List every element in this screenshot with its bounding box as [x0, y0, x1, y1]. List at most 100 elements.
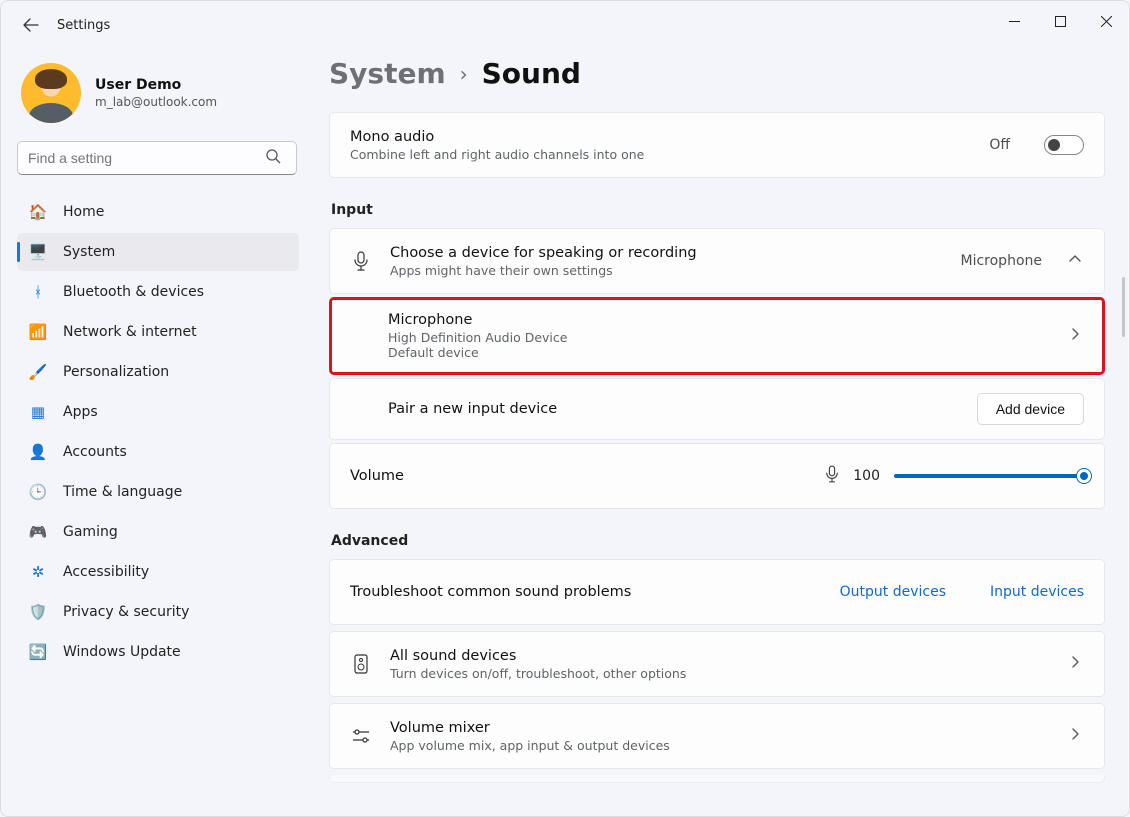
breadcrumb-current: Sound — [482, 57, 581, 90]
chevron-right-icon — [1066, 327, 1084, 345]
mono-state-label: Off — [989, 137, 1010, 153]
nav-accounts[interactable]: 👤 Accounts — [17, 433, 299, 471]
microphone-line1: High Definition Audio Device — [388, 330, 1048, 345]
avatar — [21, 63, 81, 123]
nav-label: Privacy & security — [63, 604, 189, 620]
window-title: Settings — [57, 18, 110, 33]
volume-slider[interactable] — [894, 474, 1084, 478]
nav-network[interactable]: 📶 Network & internet — [17, 313, 299, 351]
nav-label: Bluetooth & devices — [63, 284, 204, 300]
nav-label: Home — [63, 204, 104, 220]
search-input[interactable] — [17, 141, 297, 175]
breadcrumb: System › Sound — [329, 57, 1105, 90]
advanced-header: Advanced — [331, 533, 1105, 549]
mixer-sub: App volume mix, app input & output devic… — [390, 738, 1048, 753]
all-sound-devices-card[interactable]: All sound devices Turn devices on/off, t… — [329, 631, 1105, 697]
nav-personalization[interactable]: 🖌️ Personalization — [17, 353, 299, 391]
search-icon — [266, 149, 281, 168]
home-icon: 🏠 — [29, 203, 47, 221]
volume-title: Volume — [350, 468, 807, 484]
sidebar: User Demo m_lab@outlook.com 🏠 Home 🖥️ Syst… — [1, 49, 311, 816]
close-icon — [1101, 16, 1112, 27]
troubleshoot-title: Troubleshoot common sound problems — [350, 584, 796, 600]
nav-bluetooth[interactable]: ᚼ Bluetooth & devices — [17, 273, 299, 311]
microphone-icon[interactable] — [825, 465, 839, 487]
nav-gaming[interactable]: 🎮 Gaming — [17, 513, 299, 551]
nav-time[interactable]: 🕒 Time & language — [17, 473, 299, 511]
nav-label: System — [63, 244, 115, 260]
microphone-line2: Default device — [388, 345, 1048, 360]
window-controls — [991, 1, 1129, 41]
back-button[interactable] — [13, 7, 49, 43]
chevron-right-icon: › — [460, 62, 468, 86]
nav-accessibility[interactable]: ✲ Accessibility — [17, 553, 299, 591]
nav-label: Accessibility — [63, 564, 149, 580]
input-volume-card: Volume 100 — [329, 443, 1105, 509]
partial-card — [329, 775, 1105, 783]
nav-privacy[interactable]: 🛡️ Privacy & security — [17, 593, 299, 631]
minimize-icon — [1009, 16, 1020, 27]
profile-email: m_lab@outlook.com — [95, 95, 217, 109]
pair-device-card: Pair a new input device Add device — [329, 378, 1105, 440]
mono-audio-card[interactable]: Mono audio Combine left and right audio … — [329, 112, 1105, 178]
nav-system[interactable]: 🖥️ System — [17, 233, 299, 271]
arrow-left-icon — [23, 17, 39, 33]
slider-thumb[interactable] — [1077, 469, 1091, 483]
choose-value: Microphone — [961, 253, 1043, 269]
nav-label: Personalization — [63, 364, 169, 380]
nav-label: Gaming — [63, 524, 118, 540]
mono-title: Mono audio — [350, 129, 971, 145]
system-icon: 🖥️ — [29, 243, 47, 261]
all-devices-title: All sound devices — [390, 648, 1048, 664]
nav-label: Network & internet — [63, 324, 197, 340]
chevron-right-icon — [1066, 655, 1084, 673]
mono-sub: Combine left and right audio channels in… — [350, 147, 971, 162]
titlebar: Settings — [1, 1, 1129, 49]
mixer-title: Volume mixer — [390, 720, 1048, 736]
choose-title: Choose a device for speaking or recordin… — [390, 245, 943, 261]
choose-input-card[interactable]: Choose a device for speaking or recordin… — [329, 228, 1105, 294]
gaming-icon: 🎮 — [29, 523, 47, 541]
troubleshoot-card: Troubleshoot common sound problems Outpu… — [329, 559, 1105, 625]
breadcrumb-parent[interactable]: System — [329, 57, 446, 90]
personalization-icon: 🖌️ — [29, 363, 47, 381]
accessibility-icon: ✲ — [29, 563, 47, 581]
time-icon: 🕒 — [29, 483, 47, 501]
output-devices-link[interactable]: Output devices — [840, 584, 946, 600]
chevron-right-icon — [1066, 727, 1084, 745]
content: System › Sound Mono audio Combine left a… — [311, 49, 1129, 816]
nav-label: Windows Update — [63, 644, 181, 660]
add-device-button[interactable]: Add device — [977, 393, 1084, 425]
profile-name: User Demo — [95, 77, 217, 93]
apps-icon: ▦ — [29, 403, 47, 421]
nav: 🏠 Home 🖥️ System ᚼ Bluetooth & devices 📶 Net… — [17, 193, 299, 671]
all-devices-sub: Turn devices on/off, troubleshoot, other… — [390, 666, 1048, 681]
mixer-icon — [350, 728, 372, 744]
volume-value: 100 — [853, 468, 880, 484]
close-button[interactable] — [1083, 1, 1129, 41]
profile[interactable]: User Demo m_lab@outlook.com — [17, 57, 299, 141]
mono-toggle[interactable] — [1044, 135, 1084, 155]
privacy-icon: 🛡️ — [29, 603, 47, 621]
input-header: Input — [331, 202, 1105, 218]
nav-label: Time & language — [63, 484, 182, 500]
nav-apps[interactable]: ▦Apps — [17, 393, 299, 431]
speaker-icon — [350, 654, 372, 674]
network-icon: 📶 — [29, 323, 47, 341]
nav-home[interactable]: 🏠 Home — [17, 193, 299, 231]
chevron-up-icon — [1066, 252, 1084, 270]
scrollbar[interactable] — [1122, 277, 1125, 337]
nav-label: Accounts — [63, 444, 127, 460]
minimize-button[interactable] — [991, 1, 1037, 41]
search — [17, 141, 299, 175]
nav-windows-update[interactable]: 🔄 Windows Update — [17, 633, 299, 671]
bluetooth-icon: ᚼ — [29, 283, 47, 301]
volume-mixer-card[interactable]: Volume mixer App volume mix, app input &… — [329, 703, 1105, 769]
input-devices-link[interactable]: Input devices — [990, 584, 1084, 600]
accounts-icon: 👤 — [29, 443, 47, 461]
microphone-device-card[interactable]: Microphone High Definition Audio Device … — [329, 297, 1105, 375]
update-icon: 🔄 — [29, 643, 47, 661]
maximize-button[interactable] — [1037, 1, 1083, 41]
pair-title: Pair a new input device — [388, 401, 959, 417]
microphone-icon — [350, 251, 372, 271]
